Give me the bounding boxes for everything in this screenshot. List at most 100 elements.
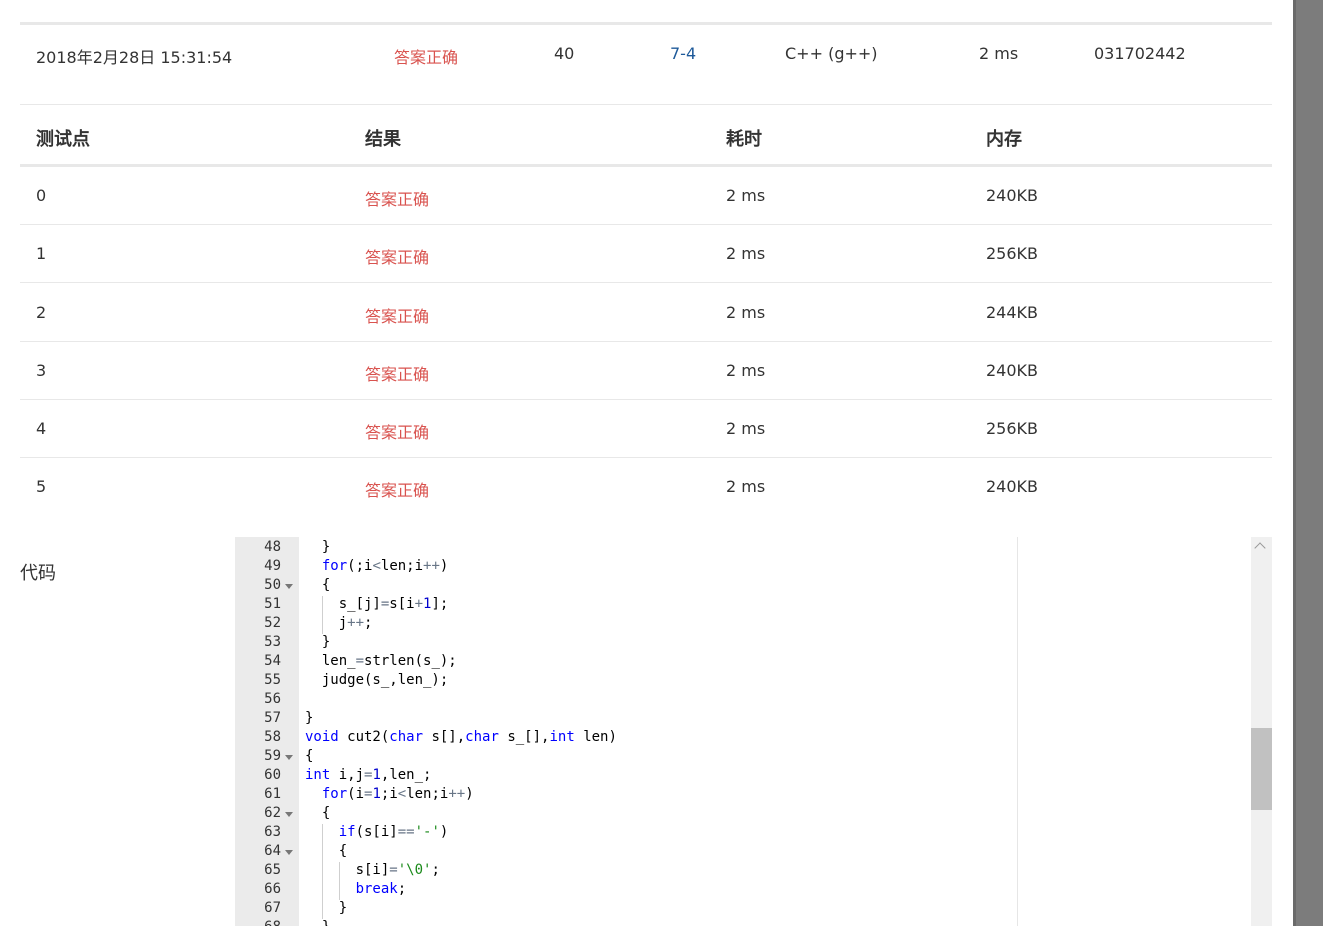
test-memory: 240KB xyxy=(986,186,1039,205)
line-number: 59 xyxy=(264,748,281,764)
fold-arrow-icon[interactable] xyxy=(285,584,293,589)
test-result: 答案正确 xyxy=(365,190,430,209)
line-number: 53 xyxy=(264,634,281,650)
header-result: 结果 xyxy=(365,129,401,150)
line-number: 67 xyxy=(264,900,281,916)
test-point: 1 xyxy=(36,244,47,263)
header-time: 耗时 xyxy=(726,129,762,150)
table-row: 4 答案正确 2 ms 256KB xyxy=(20,400,1272,458)
test-memory: 256KB xyxy=(986,419,1039,438)
test-memory: 256KB xyxy=(986,244,1039,263)
line-number: 52 xyxy=(264,615,281,631)
fold-arrow-icon[interactable] xyxy=(285,812,293,817)
editor-scrollbar[interactable] xyxy=(1251,537,1272,926)
line-number: 56 xyxy=(264,691,281,707)
line-number: 51 xyxy=(264,596,281,612)
indent-guide xyxy=(321,824,323,843)
code-line: } xyxy=(305,539,331,555)
indent-guide xyxy=(321,900,323,919)
code-line: s[i]='\0'; xyxy=(305,862,440,878)
test-time: 2 ms xyxy=(726,361,766,380)
fold-arrow-icon[interactable] xyxy=(285,850,293,855)
line-number: 60 xyxy=(264,767,281,783)
submission-summary-row: 2018年2月28日 15:31:54 答案正确 40 7-4 C++ (g++… xyxy=(20,24,1272,105)
line-number: 48 xyxy=(264,539,281,555)
code-line: len_=strlen(s_); xyxy=(305,653,457,669)
test-time: 2 ms xyxy=(726,186,766,205)
table-row: 0 答案正确 2 ms 240KB xyxy=(20,167,1272,225)
code-line: { xyxy=(305,748,314,764)
code-editor[interactable]: 48 49 50 51 52 53 54 55 56 57 58 59 60 61 62 63 64 65 66 67… xyxy=(235,537,1272,926)
code-line: judge(s_,len_); xyxy=(305,672,449,688)
submit-score: 40 xyxy=(554,44,575,63)
test-time: 2 ms xyxy=(726,303,766,322)
problem-link[interactable]: 7-4 xyxy=(670,44,696,63)
test-point: 2 xyxy=(36,303,47,322)
code-line: for(;i<len;i++) xyxy=(321,558,449,574)
code-line: if(s[i]=='-') xyxy=(338,824,449,840)
fold-arrow-icon[interactable] xyxy=(285,755,293,760)
submit-user: 031702442 xyxy=(1094,44,1186,63)
submit-status: 答案正确 xyxy=(394,48,459,67)
indent-guide xyxy=(321,862,323,881)
code-line: } xyxy=(305,710,314,726)
submit-time: 2018年2月28日 15:31:54 xyxy=(36,48,233,67)
indent-guide xyxy=(321,843,323,862)
code-line: { xyxy=(305,805,331,821)
line-number: 54 xyxy=(264,653,281,669)
indent-guide xyxy=(321,596,323,615)
line-number: 68 xyxy=(235,919,281,926)
header-test-point: 测试点 xyxy=(36,129,90,150)
window-edge xyxy=(1293,0,1296,926)
test-time: 2 ms xyxy=(726,419,766,438)
scroll-up-icon[interactable] xyxy=(1254,542,1266,554)
test-point: 4 xyxy=(36,419,47,438)
code-line: } xyxy=(305,919,330,926)
line-number: 64 xyxy=(264,843,281,859)
indent-guide xyxy=(338,881,340,900)
submit-runtime: 2 ms xyxy=(979,44,1019,63)
table-row: 5 答案正确 2 ms 240KB xyxy=(20,458,1272,515)
test-time: 2 ms xyxy=(726,477,766,496)
test-point: 3 xyxy=(36,361,47,380)
code-line: { xyxy=(305,843,348,859)
table-row: 2 答案正确 2 ms 244KB xyxy=(20,284,1272,342)
line-number: 57 xyxy=(264,710,281,726)
code-line: { xyxy=(305,577,331,593)
indent-guide xyxy=(321,615,323,634)
line-number: 55 xyxy=(264,672,281,688)
indent-guide xyxy=(321,881,323,900)
test-point: 0 xyxy=(36,186,47,205)
line-number: 50 xyxy=(264,577,281,593)
test-result: 答案正确 xyxy=(365,423,430,442)
code-line: int i,j=1,len_; xyxy=(305,767,432,783)
indent-guide xyxy=(338,862,340,881)
code-line: j++; xyxy=(305,615,373,631)
line-number: 66 xyxy=(264,881,281,897)
test-memory: 240KB xyxy=(986,361,1039,380)
code-line: for(i=1;i<len;i++) xyxy=(321,786,474,802)
test-memory: 244KB xyxy=(986,303,1039,322)
print-margin xyxy=(1017,537,1018,926)
test-result: 答案正确 xyxy=(365,365,430,384)
line-number: 58 xyxy=(264,729,281,745)
line-number: 63 xyxy=(264,824,281,840)
header-memory: 内存 xyxy=(986,129,1022,150)
scrollbar-thumb[interactable] xyxy=(1251,728,1272,810)
code-line: void cut2(char s[],char s_[],int len) xyxy=(305,729,617,745)
line-number-gutter: 48 49 50 51 52 53 54 55 56 57 58 59 60 61 62 63 64 65 66 67… xyxy=(235,537,299,926)
browser-background xyxy=(1293,0,1323,926)
code-line: } xyxy=(305,900,348,916)
test-result: 答案正确 xyxy=(365,481,430,500)
table-row: 1 答案正确 2 ms 256KB xyxy=(20,225,1272,283)
code-line: break; xyxy=(355,881,407,897)
code-label: 代码 xyxy=(20,563,56,584)
table-row: 3 答案正确 2 ms 240KB xyxy=(20,342,1272,400)
results-table-header: 测试点 结果 耗时 内存 xyxy=(20,106,1272,167)
test-result: 答案正确 xyxy=(365,248,430,267)
code-line: s_[j]=s[i+1]; xyxy=(305,596,449,612)
test-memory: 240KB xyxy=(986,477,1039,496)
line-number: 49 xyxy=(264,558,281,574)
line-number: 62 xyxy=(264,805,281,821)
submit-compiler: C++ (g++) xyxy=(785,44,878,63)
